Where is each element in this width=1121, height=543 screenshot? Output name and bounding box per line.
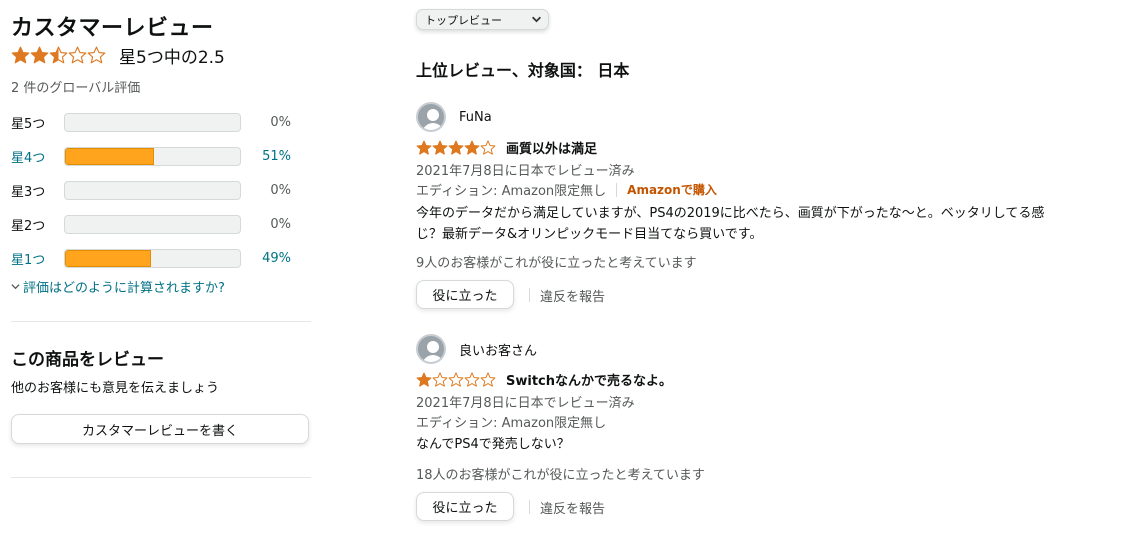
review-edition: エディション: Amazon限定無し — [416, 416, 607, 431]
star-empty-icon — [480, 139, 496, 155]
histogram-row-5: 星5つ 0% — [11, 111, 301, 133]
histogram-percent[interactable]: 51% — [243, 149, 291, 164]
review-author-name[interactable]: FuNa — [459, 110, 492, 125]
histogram-row-3: 星3つ 0% — [11, 179, 301, 201]
chevron-down-icon — [532, 16, 541, 23]
review-stars-icon — [416, 371, 496, 388]
histogram-label[interactable]: 星1つ — [11, 249, 64, 268]
review-title[interactable]: 画質以外は満足 — [506, 138, 597, 157]
review-edition: エディション: Amazon限定無し — [416, 184, 607, 199]
histogram-row-2: 星2つ 0% — [11, 213, 301, 235]
average-rating: 星5つ中の2.5 — [11, 43, 225, 68]
separator — [529, 288, 530, 302]
review-title-row: Switchなんかで売るなよ。 — [416, 370, 672, 389]
review-body-line: 今年のデータだから満足していますが、PS4の2019に比べたら、画質が下がったな… — [416, 206, 1045, 221]
review-stars-icon — [416, 139, 496, 156]
avatar-icon — [416, 102, 446, 132]
separator — [529, 500, 530, 514]
star-half-icon — [49, 46, 68, 64]
review-edition-row: エディション: Amazon限定無し Amazonで購入 — [416, 180, 717, 199]
helpful-button[interactable]: 役に立った — [416, 280, 514, 309]
chevron-down-icon — [11, 284, 20, 290]
histogram-bar — [64, 112, 241, 132]
average-stars-icon — [11, 46, 106, 65]
star-filled-icon — [432, 139, 448, 155]
histogram-percent: 0% — [270, 114, 291, 130]
report-abuse-link[interactable]: 違反を報告 — [540, 286, 605, 305]
histogram-label[interactable]: 星4つ — [11, 147, 64, 166]
histogram-fill — [65, 249, 151, 267]
review-body-line: なんでPS4で発売しない？ — [416, 437, 570, 452]
histogram-label: 星5つ — [11, 116, 46, 132]
star-filled-icon — [11, 46, 30, 64]
how-ratings-calculated-text[interactable]: 評価はどのように計算されますか? — [23, 277, 225, 296]
review-author[interactable]: 良いお客さん — [416, 334, 537, 364]
histogram-bar[interactable] — [64, 248, 241, 268]
star-filled-icon — [30, 46, 49, 64]
review-author-name[interactable]: 良いお客さん — [459, 340, 537, 359]
histogram-bar — [64, 180, 241, 200]
histogram-label: 星2つ — [11, 218, 46, 234]
star-filled-icon — [464, 139, 480, 155]
divider — [11, 477, 311, 478]
star-filled-icon — [448, 139, 464, 155]
histogram-bar[interactable] — [64, 146, 241, 166]
histogram-fill — [65, 147, 155, 165]
histogram-row-4[interactable]: 星4つ 51% — [11, 145, 301, 167]
star-empty-icon — [464, 371, 480, 387]
global-rating-count: 2 件のグローバル評価 — [11, 81, 141, 96]
helpful-count: 9人のお客様がこれが役に立ったと考えています — [416, 256, 697, 271]
average-rating-text: 星5つ中の2.5 — [119, 48, 225, 68]
star-empty-icon — [432, 371, 448, 387]
star-filled-icon — [416, 371, 432, 387]
reviews-title: カスタマーレビュー — [11, 16, 214, 41]
review-title-row: 画質以外は満足 — [416, 138, 597, 157]
star-empty-icon — [68, 46, 87, 64]
write-review-heading: この商品をレビュー — [11, 350, 164, 370]
how-ratings-calculated-link[interactable]: 評価はどのように計算されますか? — [11, 277, 225, 296]
star-empty-icon — [480, 371, 496, 387]
write-review-subtext: 他のお客様にも意見を伝えましょう — [11, 381, 220, 396]
review-body-line: じ？最新データ&オリンピックモード目当てなら買いです。 — [416, 227, 763, 242]
write-review-button[interactable]: カスタマーレビューを書く — [11, 414, 309, 444]
top-reviews-heading: 上位レビュー、対象国： 日本 — [416, 61, 630, 80]
star-filled-icon — [416, 139, 432, 155]
histogram-row-1[interactable]: 星1つ 49% — [11, 247, 301, 269]
helpful-button[interactable]: 役に立った — [416, 492, 514, 521]
histogram-label: 星3つ — [11, 184, 46, 200]
separator — [616, 182, 618, 197]
helpful-count: 18人のお客様がこれが役に立ったと考えています — [416, 468, 705, 483]
avatar-icon — [416, 334, 446, 364]
histogram-percent[interactable]: 49% — [243, 251, 291, 266]
divider — [11, 321, 311, 322]
review-date: 2021年7月8日に日本でレビュー済み — [416, 164, 635, 179]
report-abuse-link[interactable]: 違反を報告 — [540, 498, 605, 517]
review-title[interactable]: Switchなんかで売るなよ。 — [506, 370, 672, 389]
star-empty-icon — [448, 371, 464, 387]
sort-selected-value[interactable]: トップレビュー — [425, 12, 502, 28]
verified-purchase-badge: Amazonで購入 — [627, 183, 717, 197]
histogram-percent: 0% — [270, 216, 291, 232]
histogram-bar — [64, 214, 241, 234]
review-date: 2021年7月8日に日本でレビュー済み — [416, 396, 635, 411]
histogram-percent: 0% — [270, 182, 291, 198]
review-author[interactable]: FuNa — [416, 102, 492, 132]
sort-dropdown[interactable]: トップレビュー — [416, 9, 549, 30]
star-empty-icon — [87, 46, 106, 64]
